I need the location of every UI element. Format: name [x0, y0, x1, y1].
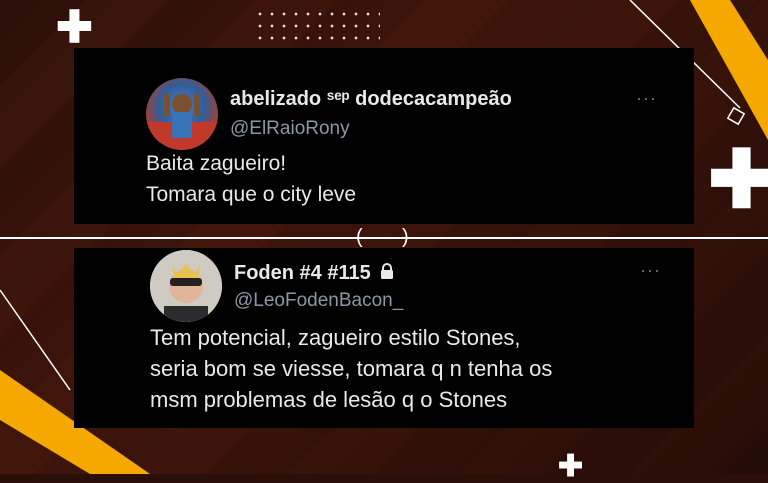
tweet-card[interactable]: Foden #4 #115 @LeoFodenBacon_ ··· Tem po… — [74, 248, 694, 428]
divider-line — [0, 237, 768, 239]
divider-left-paren: ( — [356, 226, 363, 248]
avatar[interactable] — [150, 250, 222, 322]
user-handle[interactable]: @LeoFodenBacon_ — [234, 290, 403, 312]
tweet-line: Tem potencial, zagueiro estilo Stones, — [150, 325, 521, 350]
more-icon[interactable]: ··· — [640, 260, 661, 281]
tweet-line: seria bom se viesse, tomara q n tenha os — [150, 356, 553, 381]
display-name[interactable]: Foden #4 #115 — [234, 262, 394, 285]
display-name[interactable]: abelizado ˢᵉᵖ dodecacampeão — [230, 88, 512, 111]
lock-icon — [380, 262, 394, 285]
display-name-text[interactable]: Foden #4 #115 — [234, 262, 371, 284]
tweet-line: Tomara que o city leve — [146, 183, 357, 206]
tweet-line: msm problemas de lesão q o Stones — [150, 387, 508, 412]
user-handle[interactable]: @ElRaioRony — [230, 118, 350, 140]
tweet-card[interactable]: abelizado ˢᵉᵖ dodecacampeão @ElRaioRony … — [74, 48, 694, 224]
divider-right-paren: ) — [402, 226, 409, 248]
avatar[interactable] — [146, 78, 218, 150]
tweet-text: Baita zagueiro! Tomara que o city leve — [146, 148, 356, 210]
more-icon[interactable]: ··· — [636, 88, 657, 109]
tweet-text: Tem potencial, zagueiro estilo Stones, s… — [150, 322, 552, 415]
tweet-line: Baita zagueiro! — [146, 152, 287, 175]
